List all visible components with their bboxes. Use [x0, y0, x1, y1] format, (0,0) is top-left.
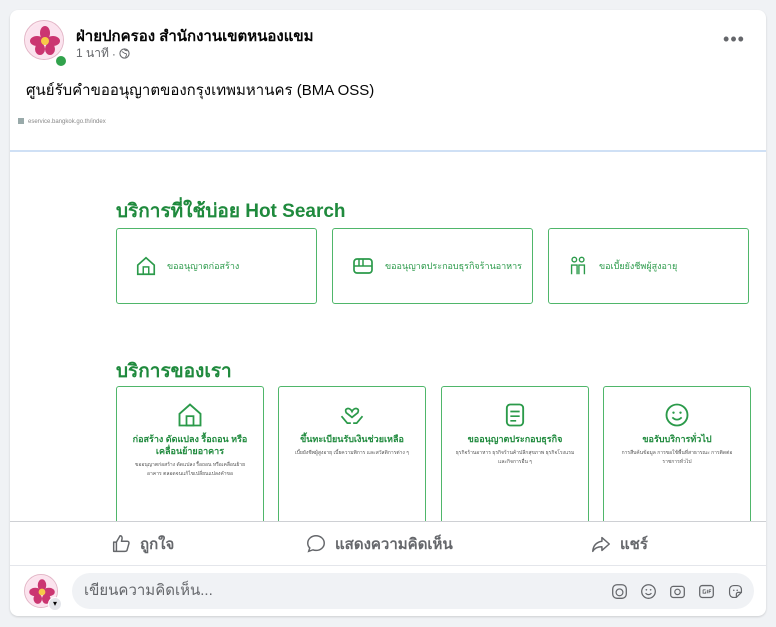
post-card: ฝ่ายปกครอง สำนักงานเขตหนองแขม 1 นาที · •… [10, 10, 766, 616]
globe-icon [119, 48, 130, 59]
service-card-general[interactable]: ขอรับบริการทั่วไป การสืบค้นข้อมูล การขอใ… [603, 386, 751, 521]
hot-item-elderly[interactable]: ขอเบี้ยยังชีพผู้สูงอายุ [548, 228, 749, 304]
emoji-icon[interactable] [640, 583, 657, 600]
share-button[interactable]: แชร์ [590, 528, 648, 560]
elderly-icon [570, 256, 586, 275]
smile-icon [665, 403, 689, 427]
post-header: ฝ่ายปกครอง สำนักงานเขตหนองแขม 1 นาที · •… [10, 10, 766, 82]
service-card-welfare[interactable]: ขึ้นทะเบียนรับเงินช่วยเหลือ เบี้ยยังชีพผ… [278, 386, 426, 521]
share-arrow-icon [592, 536, 610, 553]
house-icon [178, 403, 202, 427]
browser-url: eservice.bangkok.go.th/index [28, 119, 106, 125]
service-description: การสืบค้นข้อมูล การขอใช้พื้นที่สาธารณะ ก… [621, 450, 733, 465]
share-label: แชร์ [620, 536, 648, 553]
comment-composer: ▾ เขียนความคิดเห็น... [10, 565, 766, 616]
hot-item-label: ขออนุญาตประกอบธุรกิจร้านอาหาร [385, 261, 522, 271]
services-title: บริการของเรา [116, 361, 232, 382]
comment-button[interactable]: แสดงความคิดเห็น [305, 528, 453, 560]
like-label: ถูกใจ [140, 536, 175, 553]
hot-item-construction[interactable]: ขออนุญาตก่อสร้าง [116, 228, 317, 304]
hot-item-restaurant[interactable]: ขออนุญาตประกอบธุรกิจร้านอาหาร [332, 228, 533, 304]
service-title: ขออนุญาตประกอบธุรกิจ [467, 434, 563, 444]
comment-bubble-icon [307, 535, 325, 553]
post-actions: ถูกใจ แสดงความคิดเห็น แชร์ [10, 521, 766, 565]
hot-search-title: บริการที่ใช้บ่อย Hot Search [116, 201, 346, 222]
hot-item-label: ขออนุญาตก่อสร้าง [167, 261, 240, 271]
camera-icon[interactable] [669, 583, 686, 600]
restaurant-icon [353, 258, 373, 274]
document-icon [505, 403, 525, 427]
comment-tools [611, 583, 744, 600]
more-options-button[interactable]: ••• [716, 28, 752, 56]
comment-label: แสดงความคิดเห็น [335, 536, 453, 553]
meta-separator: · [111, 46, 116, 61]
service-card-construction[interactable]: ก่อสร้าง ดัดแปลง รื้อถอน หรือเคลื่อนย้าย… [116, 386, 264, 521]
gif-icon[interactable] [698, 583, 715, 600]
service-title: ก่อสร้าง ดัดแปลง รื้อถอน หรือเคลื่อนย้าย… [132, 434, 248, 456]
service-title: ขึ้นทะเบียนรับเงินช่วยเหลือ [300, 434, 404, 444]
thumbs-up-icon [112, 535, 130, 553]
shared-screenshot[interactable]: eservice.bangkok.go.th/index บริการที่ใช… [10, 114, 766, 521]
sticker-icon[interactable] [727, 583, 744, 600]
house-icon [136, 256, 156, 276]
service-card-business[interactable]: ขออนุญาตประกอบธุรกิจ ธุรกิจร้านอาหาร ธุร… [441, 386, 589, 521]
service-description: ธุรกิจร้านอาหาร ธุรกิจร้านค้าปลีกสุขภาพ … [455, 450, 575, 465]
chevron-down-icon[interactable]: ▾ [48, 597, 62, 611]
hands-heart-icon [340, 407, 364, 425]
post-meta: 1 นาที · [76, 44, 130, 63]
post-text: ศูนย์รับคำขออนุญาตของกรุงเทพมหานคร (BMA … [26, 82, 375, 99]
avatar-sticker-icon[interactable] [611, 583, 628, 600]
like-button[interactable]: ถูกใจ [110, 528, 174, 560]
post-time[interactable]: 1 นาที [76, 44, 109, 63]
online-status-dot [54, 54, 68, 68]
hot-item-label: ขอเบี้ยยังชีพผู้สูงอายุ [599, 261, 678, 271]
browser-url-strip: eservice.bangkok.go.th/index [10, 114, 766, 140]
service-description: ขออนุญาตก่อสร้าง ดัดแปลง รื้อถอน หรือเคล… [134, 462, 246, 477]
service-title: ขอรับบริการทั่วไป [642, 434, 712, 444]
tab-favicon-icon [18, 118, 24, 125]
service-description: เบี้ยยังชีพผู้สูงอายุ เบี้ยความพิการ และ… [295, 450, 409, 456]
